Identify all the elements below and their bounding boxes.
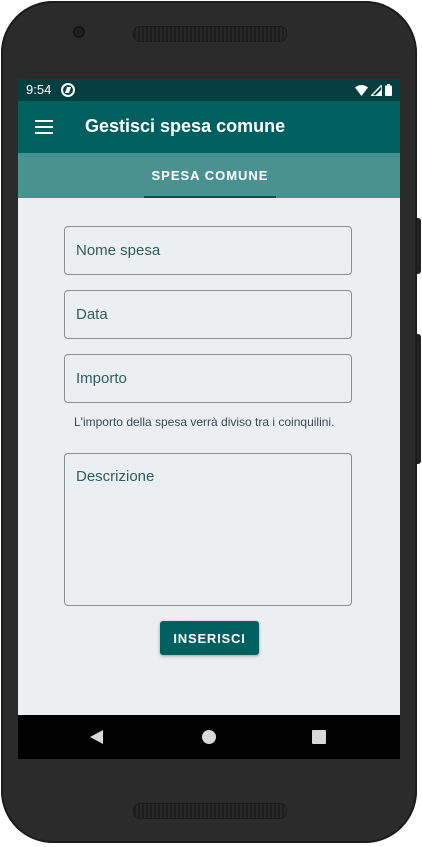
battery-icon [385,84,392,96]
earpiece-speaker [133,26,287,42]
wifi-icon [355,84,368,96]
screen: 9:54 Gestisci spesa comune SPESA COMUNE … [18,79,400,759]
description-input[interactable] [64,453,352,606]
amount-helper-text: L'importo della spesa verrà diviso tra i… [74,415,335,429]
status-bar: 9:54 [18,79,400,101]
volume-button [417,334,421,464]
home-icon[interactable] [202,730,216,744]
tab-indicator [144,196,276,198]
insert-button[interactable]: INSERISCI [160,621,259,655]
back-icon[interactable] [90,730,103,744]
expense-name-input[interactable] [64,226,352,275]
power-button [417,218,421,274]
front-camera [73,26,85,38]
phone-frame: 9:54 Gestisci spesa comune SPESA COMUNE … [1,1,417,843]
recent-apps-icon[interactable] [312,730,326,744]
app-bar: Gestisci spesa comune [18,101,400,153]
menu-icon[interactable] [35,120,53,134]
page-title: Gestisci spesa comune [85,116,286,136]
amount-input[interactable] [64,354,352,403]
tab-spesa-comune[interactable]: SPESA COMUNE [144,153,276,198]
signal-icon [371,84,382,96]
sync-icon [61,83,75,97]
status-icons [355,83,392,97]
tab-bar: SPESA COMUNE [18,153,400,198]
date-input[interactable] [64,290,352,339]
bottom-speaker [133,803,287,819]
status-time: 9:54 [26,82,52,97]
navigation-bar [18,715,400,759]
